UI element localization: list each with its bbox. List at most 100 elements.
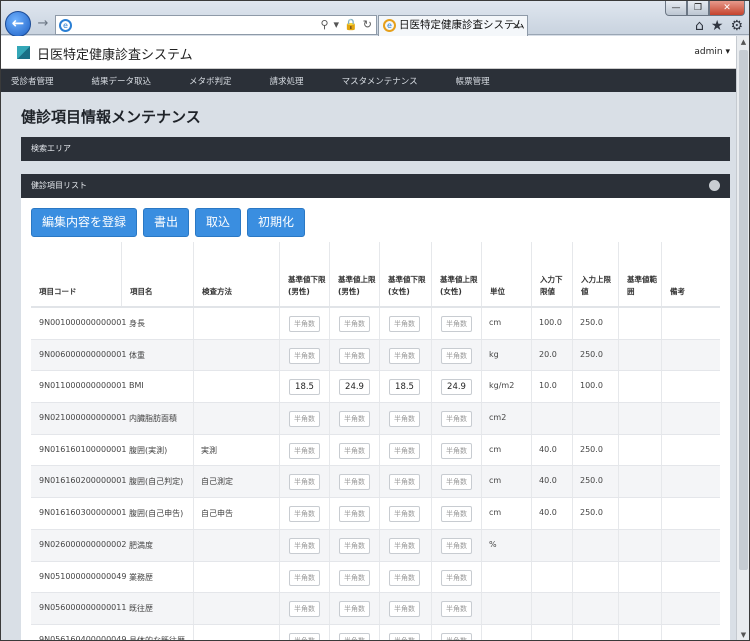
cell-divider: [481, 624, 482, 640]
close-button[interactable]: ✕: [709, 1, 745, 16]
reference-input[interactable]: 半角数: [289, 316, 320, 332]
search-panel-header[interactable]: 検索エリア: [21, 137, 730, 161]
nav-item-metabo[interactable]: メタボ判定: [189, 75, 232, 87]
minimize-button[interactable]: —: [665, 1, 687, 16]
cell-divider: [481, 529, 482, 561]
user-menu[interactable]: admin ▾: [694, 47, 730, 57]
dropdown-icon[interactable]: ▾: [334, 18, 340, 31]
lock-icon[interactable]: 🔒: [344, 18, 358, 31]
reference-input[interactable]: 半角数: [389, 601, 420, 618]
table-row: 9N021000000000001 内臓脂肪面積 半角数 半角数 半角数 半角数 cm2: [31, 403, 720, 435]
reference-input[interactable]: 半角数: [289, 506, 320, 523]
search-icon[interactable]: ⚲: [320, 18, 328, 31]
init-button[interactable]: 初期化: [247, 208, 306, 237]
export-button[interactable]: 書出: [143, 208, 190, 237]
reference-input[interactable]: 24.9: [339, 379, 370, 396]
reference-input[interactable]: 半角数: [339, 442, 370, 459]
reference-input[interactable]: 半角数: [441, 632, 472, 640]
reference-input[interactable]: 半角数: [339, 569, 370, 586]
cell-divider: [572, 529, 573, 561]
nav-item-master[interactable]: マスタメンテナンス: [342, 75, 418, 87]
table-header: 項目コード 項目名 検査方法 基準値下限(男性) 基準値上限(男性) 基準値下限(女性) 基…: [31, 242, 720, 308]
app-name[interactable]: 日医特定健康診査システム: [37, 44, 193, 63]
nav-item-billing[interactable]: 請求処理: [270, 75, 304, 87]
reference-input[interactable]: 半角数: [389, 347, 420, 364]
reference-input[interactable]: 半角数: [289, 442, 320, 459]
reference-input[interactable]: 半角数: [441, 316, 472, 332]
reference-input[interactable]: 半角数: [441, 411, 472, 428]
reference-input[interactable]: 半角数: [389, 537, 420, 554]
reference-input[interactable]: 半角数: [441, 474, 472, 491]
reference-input[interactable]: 半角数: [389, 632, 420, 640]
cell-divider: [618, 498, 619, 529]
scroll-down-icon[interactable]: ▼: [739, 631, 748, 640]
cell-divider: [279, 434, 280, 466]
reference-input[interactable]: 半角数: [339, 506, 370, 523]
forward-arrow-icon[interactable]: →: [35, 16, 51, 32]
reference-input[interactable]: 半角数: [389, 569, 420, 586]
reference-input[interactable]: 半角数: [389, 316, 420, 332]
reference-input[interactable]: 半角数: [289, 601, 320, 618]
cell-divider: [661, 371, 662, 403]
reference-input[interactable]: 半角数: [339, 474, 370, 491]
star-icon[interactable]: ★: [711, 18, 724, 34]
cell-divider: [329, 339, 330, 371]
refresh-icon[interactable]: ↻: [363, 18, 372, 31]
reference-input[interactable]: 半角数: [289, 569, 320, 586]
reference-input[interactable]: 半角数: [289, 347, 320, 364]
nav-item-import[interactable]: 結果データ取込: [92, 75, 152, 87]
cell-divider: [431, 466, 432, 498]
back-arrow-icon[interactable]: ←: [5, 11, 31, 37]
scroll-up-icon[interactable]: ▲: [739, 38, 748, 47]
reference-input[interactable]: 半角数: [339, 632, 370, 640]
reference-input[interactable]: 半角数: [289, 537, 320, 554]
reference-input[interactable]: 半角数: [339, 316, 370, 332]
reference-input[interactable]: 半角数: [389, 474, 420, 491]
reference-input[interactable]: 18.5: [389, 379, 420, 396]
maximize-button[interactable]: ❐: [687, 1, 709, 16]
cell-divider: [481, 339, 482, 371]
gear-icon[interactable]: ⚙: [730, 18, 743, 34]
reference-input[interactable]: 半角数: [389, 411, 420, 428]
nav-item-patients[interactable]: 受診者管理: [11, 75, 54, 87]
reference-input[interactable]: 18.5: [289, 379, 320, 396]
reference-input[interactable]: 半角数: [441, 537, 472, 554]
reference-input[interactable]: 半角数: [339, 537, 370, 554]
scroll-thumb[interactable]: [739, 50, 748, 570]
reference-input[interactable]: 半角数: [389, 442, 420, 459]
browser-tab[interactable]: e 日医特定健康診査システム ×: [378, 15, 528, 36]
address-bar[interactable]: e ⚲ ▾ 🔒 ↻: [55, 15, 377, 35]
cell-name: 業務歴: [129, 572, 153, 582]
cell-divider: [618, 339, 619, 371]
import-button[interactable]: 取込: [195, 208, 242, 237]
home-icon[interactable]: ⌂: [695, 18, 704, 34]
reference-input[interactable]: 半角数: [441, 506, 472, 523]
header-cell: 項目コード: [39, 287, 77, 296]
reference-input[interactable]: 半角数: [441, 569, 472, 586]
cell-divider: [661, 434, 662, 466]
tab-close-icon[interactable]: ×: [512, 16, 521, 35]
items-table: 項目コード 項目名 検査方法 基準値下限(男性) 基準値上限(男性) 基準値下限(女性) 基…: [31, 242, 720, 640]
nav-item-reports[interactable]: 帳票管理: [456, 75, 490, 87]
save-button[interactable]: 編集内容を登録: [31, 208, 138, 237]
cell-divider: [572, 339, 573, 371]
reference-input[interactable]: 半角数: [289, 632, 320, 640]
reference-input[interactable]: 半角数: [441, 347, 472, 364]
cell-unit: cm: [489, 444, 502, 454]
reference-input[interactable]: 半角数: [441, 601, 472, 618]
header-col: 基準値上限(女性): [431, 242, 481, 306]
reference-input[interactable]: 半角数: [339, 601, 370, 618]
list-panel-header[interactable]: 健診項目リスト: [21, 174, 730, 198]
vertical-scrollbar[interactable]: ▲ ▼: [736, 36, 749, 640]
reference-input[interactable]: 24.9: [441, 379, 472, 396]
reference-input[interactable]: 半角数: [441, 442, 472, 459]
reference-input[interactable]: 半角数: [339, 411, 370, 428]
cell-divider: [279, 593, 280, 624]
collapse-toggle-icon[interactable]: [709, 180, 720, 191]
reference-input[interactable]: 半角数: [339, 347, 370, 364]
reference-input[interactable]: 半角数: [289, 474, 320, 491]
cell-divider: [193, 466, 194, 498]
cell-code: 9N026000000000002: [39, 539, 127, 549]
reference-input[interactable]: 半角数: [389, 506, 420, 523]
reference-input[interactable]: 半角数: [289, 411, 320, 428]
